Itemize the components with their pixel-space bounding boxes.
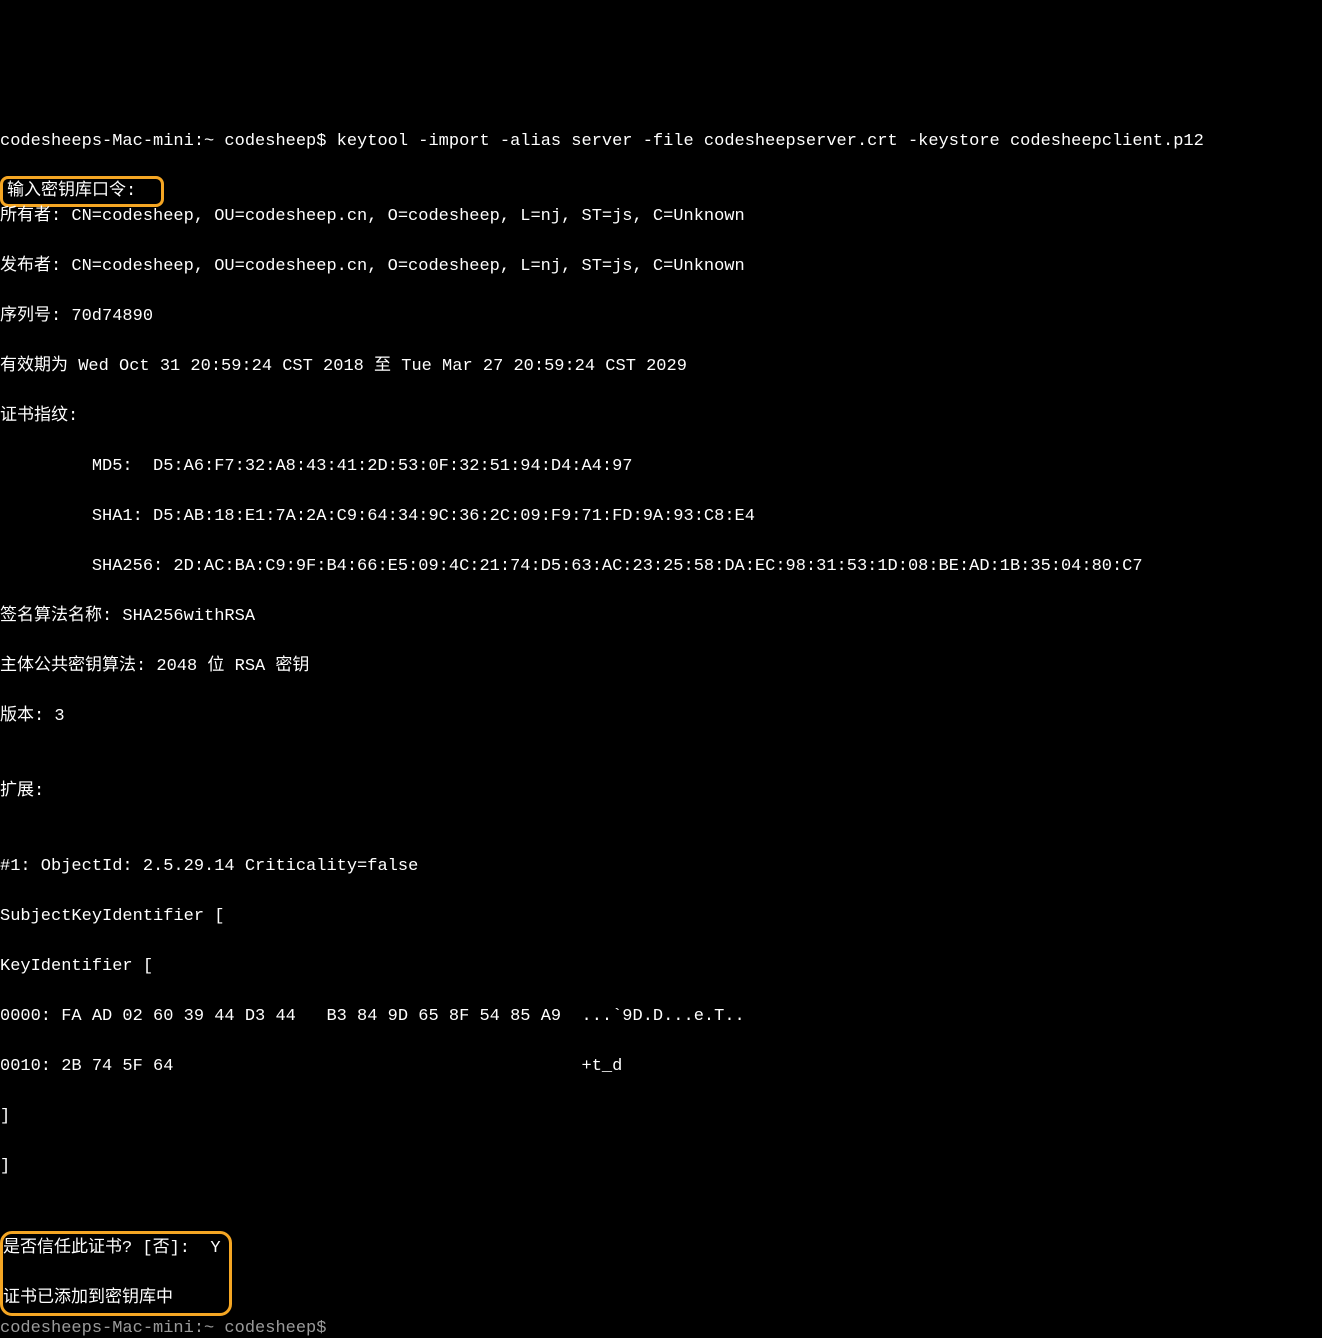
extensions-label: 扩展: xyxy=(0,779,1322,804)
fingerprint-sha1: SHA1: D5:AB:18:E1:7A:2A:C9:64:34:9C:36:2… xyxy=(0,504,1322,529)
cert-validity: 有效期为 Wed Oct 31 20:59:24 CST 2018 至 Tue … xyxy=(0,354,1322,379)
terminal-output[interactable]: codesheeps-Mac-mini:~ codesheep$ keytool… xyxy=(0,100,1322,1338)
cert-serial: 序列号: 70d74890 xyxy=(0,304,1322,329)
signature-algorithm: 签名算法名称: SHA256withRSA xyxy=(0,604,1322,629)
command-line: codesheeps-Mac-mini:~ codesheep$ keytool… xyxy=(0,129,1322,154)
final-prompt[interactable]: codesheeps-Mac-mini:~ codesheep$ xyxy=(0,1316,1322,1338)
cert-owner: 所有者: CN=codesheep, OU=codesheep.cn, O=co… xyxy=(0,204,1322,229)
subject-key-identifier: SubjectKeyIdentifier [ xyxy=(0,904,1322,929)
fingerprint-sha256: SHA256: 2D:AC:BA:C9:9F:B4:66:E5:09:4C:21… xyxy=(0,554,1322,579)
bracket-close-1: ] xyxy=(0,1104,1322,1129)
extension-1: #1: ObjectId: 2.5.29.14 Criticality=fals… xyxy=(0,854,1322,879)
bracket-close-2: ] xyxy=(0,1154,1322,1179)
fingerprint-label: 证书指纹: xyxy=(0,404,1322,429)
cert-added-message: 证书已添加到密钥库中 xyxy=(3,1286,221,1311)
cert-version: 版本: 3 xyxy=(0,704,1322,729)
cert-issuer: 发布者: CN=codesheep, OU=codesheep.cn, O=co… xyxy=(0,254,1322,279)
hex-dump-1: 0010: 2B 74 5F 64 +t_d xyxy=(0,1054,1322,1079)
hex-dump-0: 0000: FA AD 02 60 39 44 D3 44 B3 84 9D 6… xyxy=(0,1004,1322,1029)
password-prompt: 输入密钥库口令: xyxy=(7,182,157,201)
key-identifier: KeyIdentifier [ xyxy=(0,954,1322,979)
trust-confirmation-highlight: 是否信任此证书? [否]: Y 证书已添加到密钥库中 xyxy=(0,1231,232,1316)
trust-prompt: 是否信任此证书? [否]: Y xyxy=(3,1236,221,1261)
fingerprint-md5: MD5: D5:A6:F7:32:A8:43:41:2D:53:0F:32:51… xyxy=(0,454,1322,479)
password-prompt-highlight: 输入密钥库口令: xyxy=(0,176,164,207)
public-key-algorithm: 主体公共密钥算法: 2048 位 RSA 密钥 xyxy=(0,654,1322,679)
